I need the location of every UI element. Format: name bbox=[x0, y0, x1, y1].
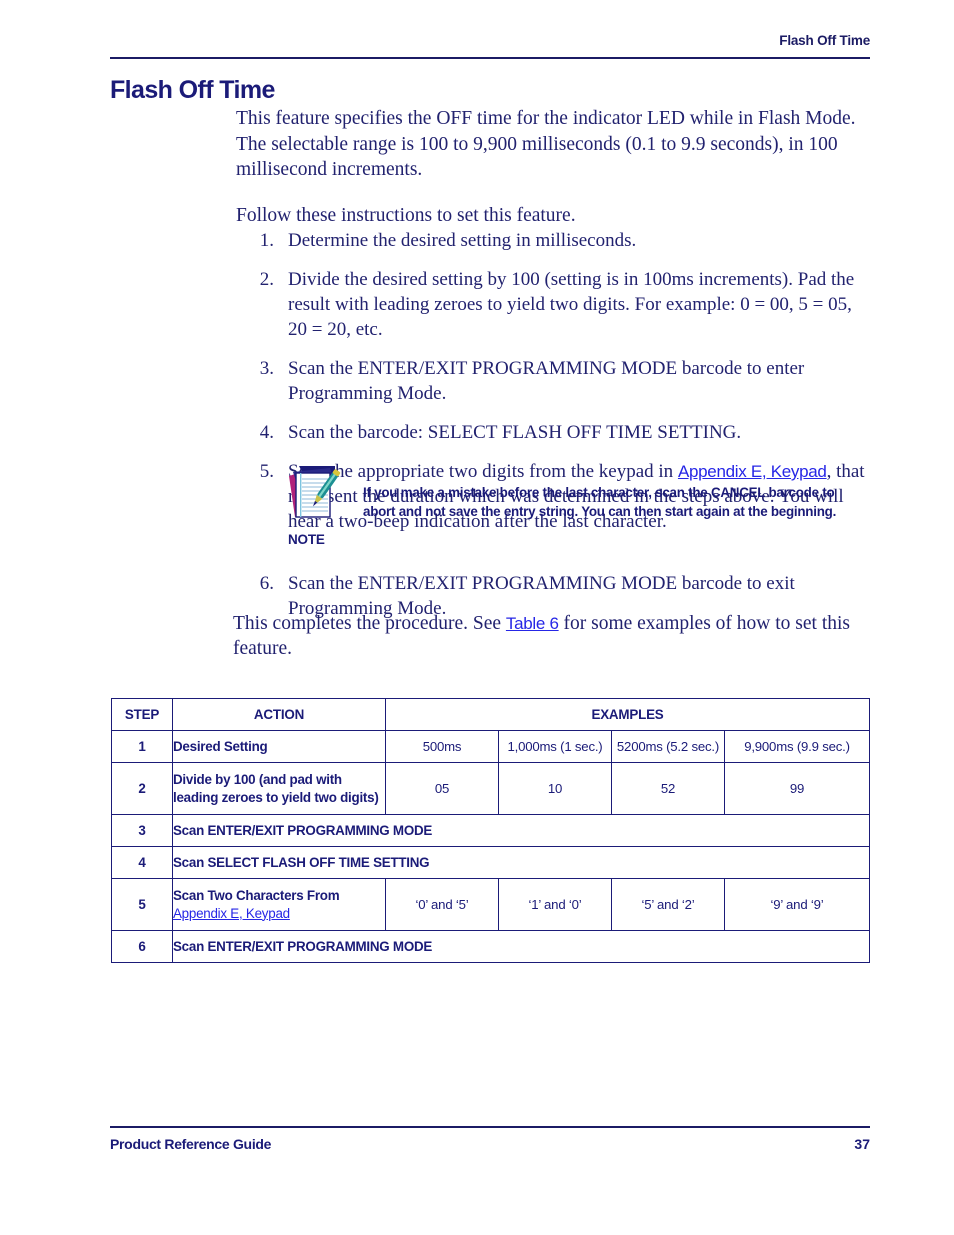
footer-divider bbox=[110, 1126, 870, 1128]
note-text: If you make a mistake before the last ch… bbox=[363, 485, 837, 519]
note-label: NOTE bbox=[288, 532, 325, 547]
cell-example: 9,900ms (9.9 sec.) bbox=[724, 730, 870, 763]
list-item-text: Divide the desired setting by 100 (setti… bbox=[288, 269, 855, 340]
cell-step: 3 bbox=[111, 814, 173, 847]
page-number: 37 bbox=[854, 1136, 870, 1152]
cell-example: ‘9’ and ‘9’ bbox=[724, 878, 870, 931]
cell-example: 1,000ms (1 sec.) bbox=[498, 730, 612, 763]
list-marker: 1. bbox=[259, 230, 274, 251]
table-row: 3 Scan ENTER/EXIT PROGRAMMING MODE bbox=[111, 814, 870, 847]
page-title: Flash Off Time bbox=[110, 76, 275, 104]
list-marker: 2. bbox=[259, 269, 274, 290]
cell-step: 1 bbox=[111, 730, 173, 763]
list-item: 3. Scan the ENTER/EXIT PROGRAMMING MODE … bbox=[248, 356, 872, 406]
list-item-text-before: Scan the appropriate two digits from the… bbox=[288, 461, 678, 482]
appendix-e-keypad-link[interactable]: Appendix E, Keypad bbox=[678, 462, 827, 481]
cell-action-label: Scan Two Characters From bbox=[173, 887, 340, 903]
running-header: Flash Off Time bbox=[779, 33, 870, 48]
list-item-text: Determine the desired setting in millise… bbox=[288, 230, 637, 251]
table-row: 1 Desired Setting 500ms 1,000ms (1 sec.)… bbox=[111, 730, 870, 763]
cell-example: ‘1’ and ‘0’ bbox=[498, 878, 612, 931]
cell-action: Desired Setting bbox=[172, 730, 386, 763]
closing-paragraph: This completes the procedure. See Table … bbox=[233, 611, 878, 661]
notepad-pen-icon bbox=[283, 462, 345, 524]
list-item-text: Scan the ENTER/EXIT PROGRAMMING MODE bar… bbox=[288, 358, 805, 404]
cell-example: 10 bbox=[498, 762, 612, 815]
column-header-action: ACTION bbox=[172, 698, 386, 731]
list-item: 2. Divide the desired setting by 100 (se… bbox=[248, 267, 872, 342]
cell-example: 52 bbox=[611, 762, 725, 815]
intro-paragraph-1: This feature specifies the OFF time for … bbox=[236, 108, 856, 180]
list-marker: 3. bbox=[259, 358, 274, 379]
cell-action: Scan ENTER/EXIT PROGRAMMING MODE bbox=[172, 930, 870, 963]
cell-action: Scan Two Characters From Appendix E, Key… bbox=[172, 878, 386, 931]
cell-example: ‘5’ and ‘2’ bbox=[611, 878, 725, 931]
cell-example: 05 bbox=[385, 762, 499, 815]
list-item: 4. Scan the barcode: SELECT FLASH OFF TI… bbox=[248, 420, 872, 445]
list-item: 1. Determine the desired setting in mill… bbox=[248, 228, 872, 253]
intro-block: This feature specifies the OFF time for … bbox=[236, 106, 872, 228]
document-page: Flash Off Time Flash Off Time This featu… bbox=[0, 0, 954, 1235]
column-header-step: STEP bbox=[111, 698, 173, 731]
table-header-row: STEP ACTION EXAMPLES bbox=[111, 698, 870, 731]
list-marker: 6. bbox=[259, 573, 274, 594]
table-row: 4 Scan SELECT FLASH OFF TIME SETTING bbox=[111, 846, 870, 879]
cell-action: Scan ENTER/EXIT PROGRAMMING MODE bbox=[172, 814, 870, 847]
table-6-link[interactable]: Table 6 bbox=[506, 614, 559, 633]
cell-step: 6 bbox=[111, 930, 173, 963]
table-row: 2 Divide by 100 (and pad with leading ze… bbox=[111, 762, 870, 815]
cell-step: 2 bbox=[111, 762, 173, 815]
cell-step: 4 bbox=[111, 846, 173, 879]
cell-step: 5 bbox=[111, 878, 173, 931]
closing-text-before: This completes the procedure. See bbox=[233, 613, 506, 634]
header-divider bbox=[110, 57, 870, 59]
cell-example: 99 bbox=[724, 762, 870, 815]
appendix-e-keypad-link[interactable]: Appendix E, Keypad bbox=[173, 906, 290, 921]
table-row: 5 Scan Two Characters From Appendix E, K… bbox=[111, 878, 870, 931]
list-marker: 4. bbox=[259, 422, 274, 443]
cell-example: 5200ms (5.2 sec.) bbox=[611, 730, 725, 763]
list-item-text: Scan the barcode: SELECT FLASH OFF TIME … bbox=[288, 422, 742, 443]
cell-action: Scan SELECT FLASH OFF TIME SETTING bbox=[172, 846, 870, 879]
column-header-examples: EXAMPLES bbox=[385, 698, 870, 731]
examples-table: STEP ACTION EXAMPLES 1 Desired Setting 5… bbox=[111, 698, 870, 963]
list-marker: 5. bbox=[259, 461, 274, 482]
examples-table-wrapper: STEP ACTION EXAMPLES 1 Desired Setting 5… bbox=[111, 698, 870, 963]
cell-action: Divide by 100 (and pad with leading zero… bbox=[172, 762, 386, 815]
cell-example: 500ms bbox=[385, 730, 499, 763]
intro-paragraph-2: Follow these instructions to set this fe… bbox=[236, 204, 576, 226]
cell-example: ‘0’ and ‘5’ bbox=[385, 878, 499, 931]
table-row: 6 Scan ENTER/EXIT PROGRAMMING MODE bbox=[111, 930, 870, 963]
